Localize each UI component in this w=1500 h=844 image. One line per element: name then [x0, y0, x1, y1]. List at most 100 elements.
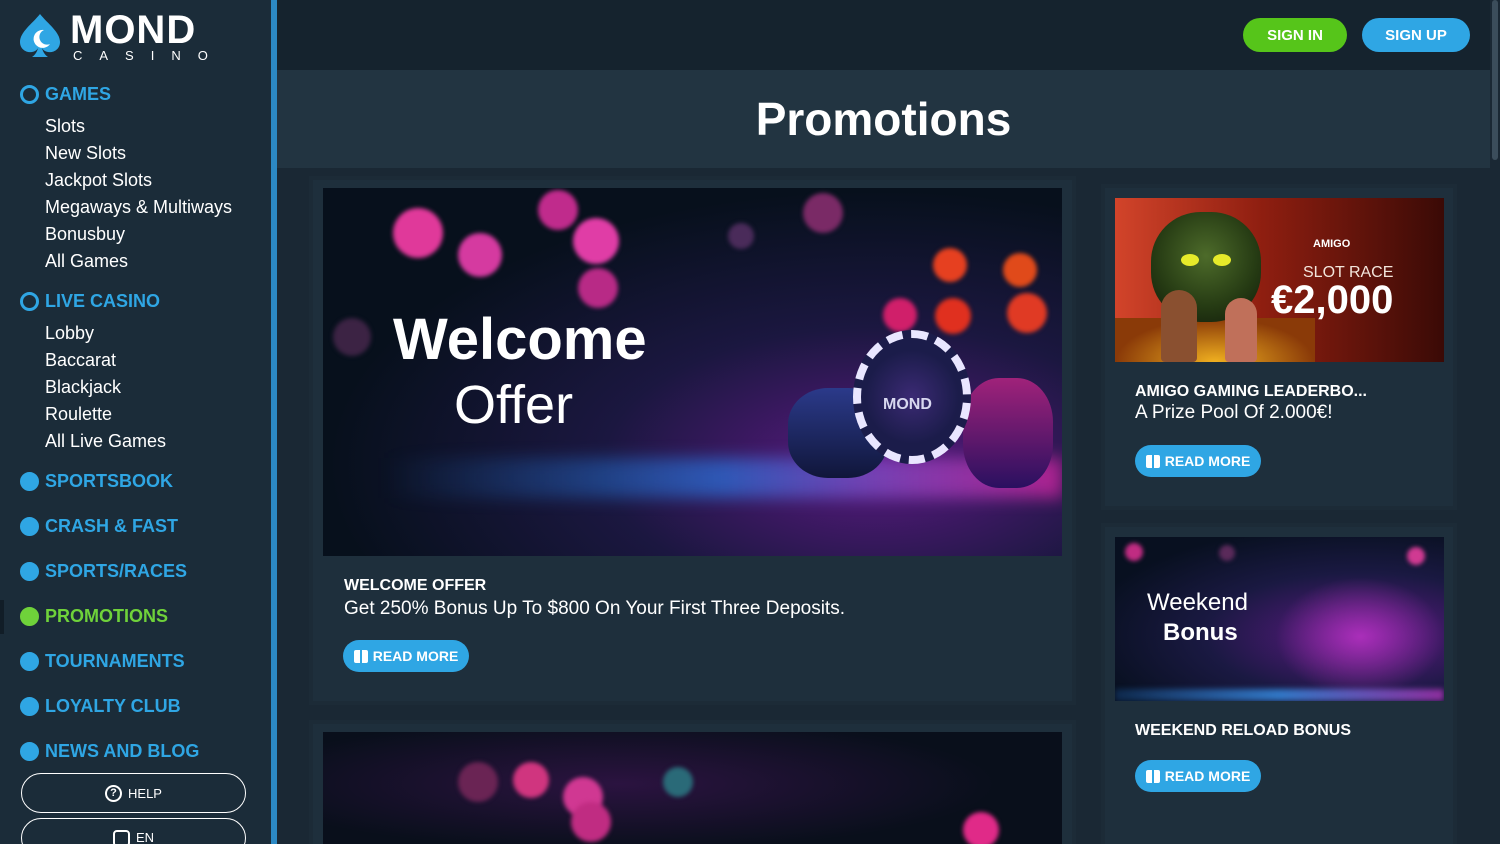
live-casino-icon	[20, 292, 39, 311]
nav-games[interactable]: GAMES	[20, 84, 111, 105]
language-button[interactable]: EN	[21, 818, 246, 844]
chip-stack-pink	[963, 378, 1053, 488]
nav-item-blackjack[interactable]: Blackjack	[45, 377, 121, 398]
gift-icon	[1145, 769, 1160, 783]
bokeh-light	[933, 248, 967, 282]
nav-crash-fast[interactable]: CRASH & FAST	[20, 516, 178, 537]
promo-description: Get 250% Bonus Up To $800 On Your First …	[344, 598, 845, 619]
nav-live-casino[interactable]: LIVE CASINO	[20, 291, 160, 312]
nav-news-blog-label: NEWS AND BLOG	[45, 741, 200, 761]
sportsbook-icon	[20, 472, 39, 491]
read-more-label: READ MORE	[372, 648, 459, 664]
nav-sports-races[interactable]: SPORTS/RACES	[20, 561, 187, 582]
nav-sportsbook[interactable]: SPORTSBOOK	[20, 471, 173, 492]
bokeh-light	[803, 193, 843, 233]
amigo-banner-image[interactable]: AMIGO SLOT RACE €2,000	[1115, 198, 1444, 362]
nav-tournaments[interactable]: TOURNAMENTS	[20, 651, 185, 672]
nav-item-bonusbuy[interactable]: Bonusbuy	[45, 224, 125, 245]
nav-item-all-live-games[interactable]: All Live Games	[45, 431, 166, 452]
promo-title: WELCOME OFFER	[344, 577, 487, 594]
sign-up-button[interactable]: SIGN UP	[1362, 18, 1470, 52]
neon-glow	[383, 458, 1062, 498]
promo-card-second	[313, 724, 1072, 844]
bokeh-light	[935, 298, 971, 334]
welcome-banner-subtitle: Offer	[454, 375, 574, 435]
nav-item-jackpot-slots[interactable]: Jackpot Slots	[45, 170, 152, 191]
nav-news-blog[interactable]: NEWS AND BLOG	[20, 741, 199, 762]
read-more-label: READ MORE	[1164, 768, 1251, 784]
crown-icon	[20, 697, 39, 716]
weekend-banner-title: Weekend	[1147, 589, 1248, 616]
games-icon	[20, 85, 39, 104]
gift-icon	[20, 607, 39, 626]
gold-coins	[1115, 318, 1315, 362]
promo-card-amigo: AMIGO SLOT RACE €2,000 AMIGO GAMING LEAD…	[1105, 188, 1453, 506]
welcome-banner-image[interactable]: MOND Welcome Offer	[323, 188, 1062, 556]
logo[interactable]: MOND CASINO	[18, 8, 218, 65]
bokeh-light	[578, 268, 618, 308]
nav-promotions-label: PROMOTIONS	[45, 606, 169, 626]
sign-in-button[interactable]: SIGN IN	[1243, 18, 1347, 52]
bokeh-light	[393, 208, 443, 258]
read-more-button[interactable]: READ MORE	[1135, 445, 1261, 477]
sidebar-divider	[267, 0, 277, 844]
bokeh-light	[513, 762, 549, 798]
help-label: HELP	[128, 785, 162, 801]
nav-sportsbook-label: SPORTSBOOK	[45, 471, 174, 491]
bokeh-light	[538, 190, 578, 230]
neon-line	[1115, 689, 1444, 701]
nav-games-label: GAMES	[45, 84, 112, 104]
neon-glow	[1275, 577, 1444, 697]
prize-amount: €2,000	[1271, 278, 1394, 322]
read-more-button[interactable]: READ MORE	[1135, 760, 1261, 792]
weekend-banner-subtitle: Bonus	[1163, 619, 1238, 646]
welcome-banner-title: Welcome	[393, 307, 647, 372]
nav-crash-fast-label: CRASH & FAST	[45, 516, 179, 536]
scrollbar-thumb[interactable]	[1492, 0, 1498, 160]
sidebar: MOND CASINO GAMES Slots New Slots Jackpo…	[0, 0, 267, 844]
chip-logo-text: MOND	[883, 396, 932, 413]
logo-wordmark: MOND	[70, 8, 197, 52]
bokeh-light	[728, 223, 754, 249]
nav-item-megaways[interactable]: Megaways & Multiways	[45, 197, 232, 218]
bokeh-light	[883, 298, 917, 332]
nav-item-new-slots[interactable]: New Slots	[45, 143, 126, 164]
rocket-icon	[20, 517, 39, 536]
bokeh-light	[1407, 547, 1425, 565]
nav-item-baccarat[interactable]: Baccarat	[45, 350, 116, 371]
language-label: EN	[135, 830, 155, 844]
help-button[interactable]: ? HELP	[21, 773, 246, 813]
nav-item-roulette[interactable]: Roulette	[45, 404, 112, 425]
nav-tournaments-label: TOURNAMENTS	[45, 651, 185, 671]
bokeh-light	[1219, 545, 1235, 561]
page-scrollbar[interactable]	[1490, 0, 1500, 844]
promo-description: A Prize Pool Of 2.000€!	[1135, 402, 1333, 423]
active-nav-marker	[0, 600, 4, 634]
promo-banner-image[interactable]	[323, 732, 1062, 844]
nav-item-lobby[interactable]: Lobby	[45, 323, 94, 344]
promo-title: AMIGO GAMING LEADERBO...	[1135, 383, 1367, 400]
weekend-banner-image[interactable]: Weekend Bonus	[1115, 537, 1444, 701]
gift-icon	[1145, 454, 1160, 468]
nav-loyalty-club-label: LOYALTY CLUB	[45, 696, 181, 716]
bokeh-light	[458, 762, 498, 802]
amigo-brand-logo: AMIGO	[1313, 238, 1351, 250]
language-icon	[112, 830, 130, 844]
megaphone-icon	[20, 742, 39, 761]
trophy-icon	[20, 652, 39, 671]
page-title: Promotions	[755, 93, 1012, 145]
bokeh-light	[1125, 543, 1143, 561]
nav-item-all-games[interactable]: All Games	[45, 251, 128, 272]
spade-logo-icon	[20, 14, 60, 57]
nav-live-casino-label: LIVE CASINO	[45, 291, 161, 311]
bokeh-light	[571, 802, 611, 842]
warrior-figure	[1161, 290, 1197, 362]
promo-card-welcome: MOND Welcome Offer WELCOME OFFER Get 250…	[313, 180, 1072, 701]
read-more-button[interactable]: READ MORE	[343, 640, 469, 672]
races-icon	[20, 562, 39, 581]
nav-loyalty-club[interactable]: LOYALTY CLUB	[20, 696, 181, 717]
nav-item-slots[interactable]: Slots	[45, 116, 85, 137]
bokeh-light	[663, 767, 693, 797]
nav-promotions[interactable]: PROMOTIONS	[20, 606, 168, 627]
nav-sports-races-label: SPORTS/RACES	[45, 561, 188, 581]
